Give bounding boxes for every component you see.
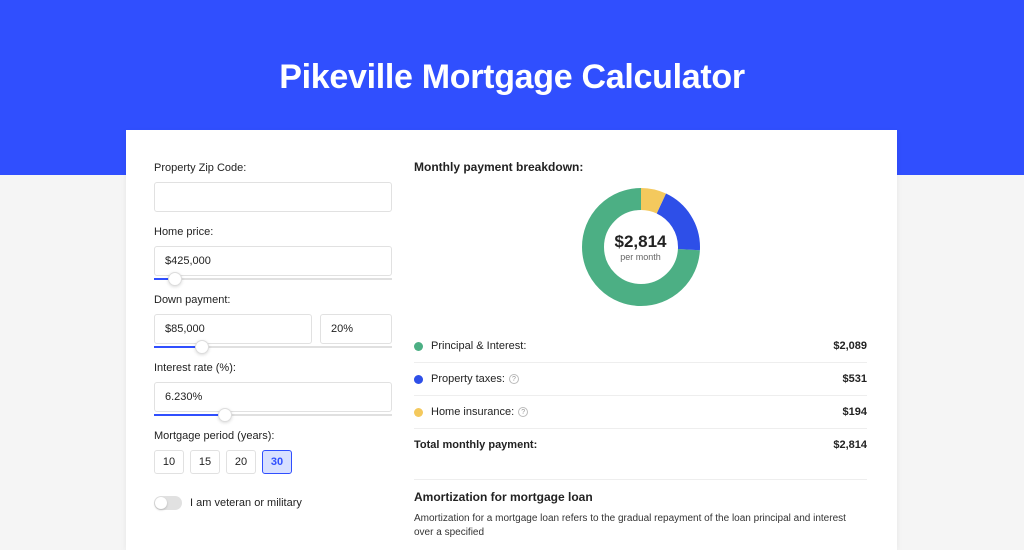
legend-value: $531 (843, 373, 867, 385)
legend-label: Home insurance:? (431, 406, 843, 418)
legend-row-green: Principal & Interest:$2,089 (414, 330, 867, 362)
home-price-slider[interactable] (154, 276, 392, 280)
green-dot-icon (414, 342, 423, 351)
interest-slider[interactable] (154, 412, 392, 416)
amortization-section: Amortization for mortgage loan Amortizat… (414, 479, 867, 540)
period-btn-30[interactable]: 30 (262, 450, 292, 474)
period-btn-15[interactable]: 15 (190, 450, 220, 474)
interest-input[interactable] (154, 382, 392, 412)
breakdown-title: Monthly payment breakdown: (414, 160, 867, 174)
legend: Principal & Interest:$2,089Property taxe… (414, 330, 867, 428)
veteran-label: I am veteran or military (190, 497, 302, 509)
help-icon[interactable]: ? (518, 407, 528, 417)
home-price-label: Home price: (154, 226, 392, 238)
zip-input[interactable] (154, 182, 392, 212)
legend-label: Property taxes:? (431, 373, 843, 385)
legend-row-blue: Property taxes:?$531 (414, 362, 867, 395)
amortization-title: Amortization for mortgage loan (414, 490, 867, 504)
total-value: $2,814 (833, 439, 867, 451)
legend-value: $194 (843, 406, 867, 418)
period-btn-10[interactable]: 10 (154, 450, 184, 474)
yellow-dot-icon (414, 408, 423, 417)
home-price-input[interactable] (154, 246, 392, 276)
interest-label: Interest rate (%): (154, 362, 392, 374)
down-payment-label: Down payment: (154, 294, 392, 306)
amortization-text: Amortization for a mortgage loan refers … (414, 512, 867, 540)
help-icon[interactable]: ? (509, 374, 519, 384)
legend-row-yellow: Home insurance:?$194 (414, 395, 867, 428)
donut-sub: per month (615, 252, 667, 262)
form-column: Property Zip Code: Home price: Down paym… (154, 156, 392, 550)
donut-center: $2,814 per month (615, 232, 667, 262)
down-payment-pct-input[interactable] (320, 314, 392, 344)
zip-label: Property Zip Code: (154, 162, 392, 174)
total-row: Total monthly payment: $2,814 (414, 428, 867, 461)
down-payment-slider[interactable] (154, 344, 392, 348)
legend-label: Principal & Interest: (431, 340, 833, 352)
down-payment-input[interactable] (154, 314, 312, 344)
period-group: 10152030 (154, 450, 392, 474)
calculator-card: Property Zip Code: Home price: Down paym… (126, 130, 897, 550)
legend-value: $2,089 (833, 340, 867, 352)
veteran-toggle[interactable] (154, 496, 182, 510)
results-column: Monthly payment breakdown: $2,814 per mo… (414, 156, 867, 550)
total-label: Total monthly payment: (414, 439, 833, 451)
donut-amount: $2,814 (615, 232, 667, 252)
period-btn-20[interactable]: 20 (226, 450, 256, 474)
period-label: Mortgage period (years): (154, 430, 392, 442)
blue-dot-icon (414, 375, 423, 384)
donut-chart: $2,814 per month (414, 182, 867, 312)
page-title: Pikeville Mortgage Calculator (0, 0, 1024, 97)
